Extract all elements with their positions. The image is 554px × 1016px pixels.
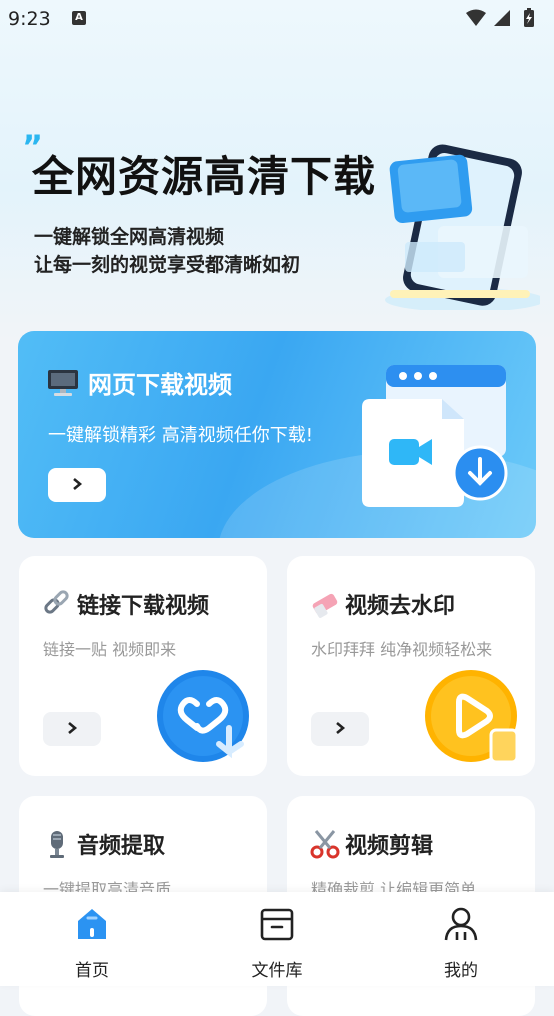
microphone-icon (50, 831, 64, 858)
status-bar: 9:23 A (0, 0, 554, 38)
link-download-subtitle: 链接一贴 视频即来 (43, 640, 177, 659)
eraser-icon (312, 593, 338, 618)
chevron-right-icon (336, 721, 346, 734)
archive-box-icon (260, 908, 294, 941)
remove-watermark-subtitle: 水印拜拜 纯净视频轻松来 (311, 640, 493, 659)
link-download-big-icon (157, 670, 249, 762)
user-icon (444, 907, 478, 941)
remove-watermark-card[interactable]: 视频去水印 水印拜拜 纯净视频轻松来 (287, 556, 535, 776)
scissors-icon (310, 830, 340, 859)
nav-label-profile: 我的 (444, 961, 478, 981)
hero-title: 全网资源高清下载 (32, 152, 377, 201)
chevron-right-icon (68, 721, 78, 734)
nav-item-files[interactable]: 文件库 (232, 906, 322, 981)
remove-watermark-big-icon (425, 670, 519, 764)
video-edit-title: 视频剪辑 (345, 834, 434, 859)
remove-watermark-title: 视频去水印 (345, 594, 456, 619)
web-download-title: 网页下载视频 (88, 371, 232, 399)
link-icon (44, 590, 69, 614)
link-download-title: 链接下载视频 (77, 594, 210, 619)
nav-label-files: 文件库 (251, 961, 303, 981)
nav-item-profile[interactable]: 我的 (416, 906, 506, 981)
web-download-card[interactable]: 网页下载视频 一键解锁精彩 高清视频任你下载! (18, 331, 536, 538)
video-download-illustration (362, 365, 508, 507)
chevron-right-icon (73, 477, 83, 490)
home-icon (78, 909, 106, 939)
web-download-subtitle: 一键解锁精彩 高清视频任你下载! (48, 425, 313, 446)
status-icons (464, 8, 544, 34)
web-download-go-button[interactable] (48, 468, 106, 502)
status-time: 9:23 (8, 8, 51, 30)
monitor-icon (48, 370, 78, 396)
hero-subtitle-2: 让每一刻的视觉享受都清晰如初 (34, 254, 301, 276)
wifi-signal-battery-icon (466, 8, 534, 27)
link-download-card[interactable]: 链接下载视频 链接一贴 视频即来 (19, 556, 267, 776)
notification-a-icon: A (72, 11, 86, 25)
bottom-navigation: 首页 文件库 我的 (0, 892, 554, 986)
link-download-go-button[interactable] (43, 712, 101, 746)
hero-subtitle-1: 一键解锁全网高清视频 (34, 226, 225, 248)
audio-extract-title: 音频提取 (77, 834, 166, 859)
nav-item-home[interactable]: 首页 (47, 906, 137, 981)
nav-label-home: 首页 (75, 961, 109, 981)
remove-watermark-go-button[interactable] (311, 712, 369, 746)
phone-illustration (385, 144, 540, 310)
